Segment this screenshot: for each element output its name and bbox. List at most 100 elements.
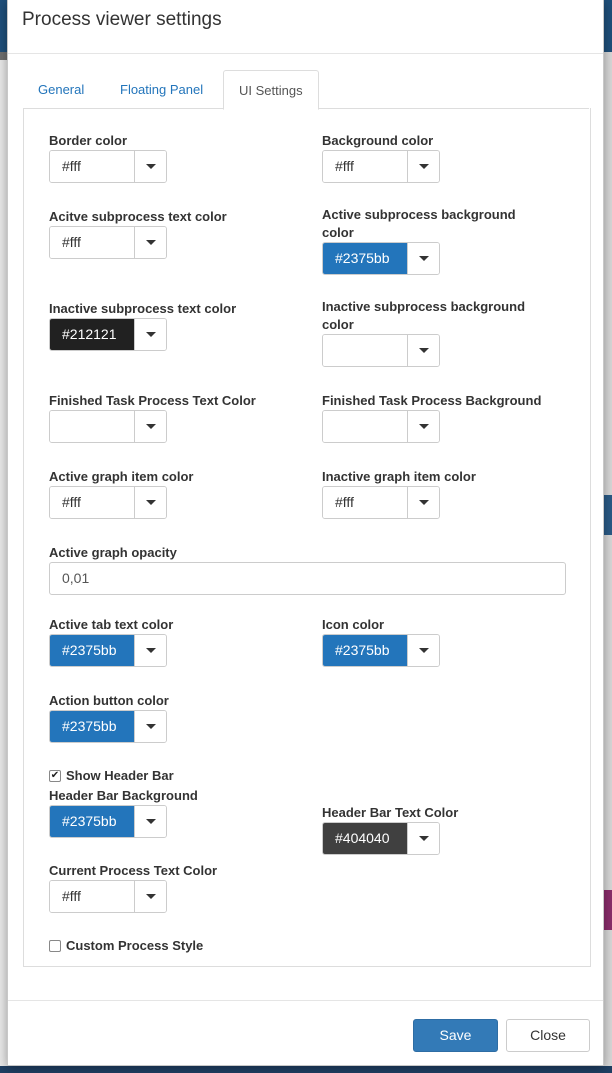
tab-bar: General Floating Panel UI Settings bbox=[23, 70, 589, 110]
action-button-color-picker[interactable]: #2375bb bbox=[49, 710, 167, 743]
dialog-footer: Save Close bbox=[8, 1000, 603, 1066]
field-label: Icon color bbox=[322, 617, 385, 632]
background-color-value[interactable]: #fff bbox=[323, 151, 408, 182]
field-label: Finished Task Process Text Color bbox=[49, 393, 256, 408]
finished-task-background-picker[interactable] bbox=[322, 410, 440, 443]
active-graph-opacity-label: Active graph opacity bbox=[49, 544, 177, 562]
active-subprocess-background-color-value[interactable]: #2375bb bbox=[323, 243, 408, 274]
inactive-subprocess-text-color-picker[interactable]: #212121 bbox=[49, 318, 167, 351]
active-graph-item-color-label: Active graph item color bbox=[49, 468, 193, 486]
action-button-color-label: Action button color bbox=[49, 692, 169, 710]
field-label: Inactive subprocess text color bbox=[49, 301, 237, 316]
field-label: Background color bbox=[322, 133, 434, 148]
tab-floating-panel[interactable]: Floating Panel bbox=[105, 70, 218, 109]
dialog-title: Process viewer settings bbox=[22, 9, 222, 30]
field-label: Header Bar Text Color bbox=[322, 805, 459, 820]
action-button-color-value[interactable]: #2375bb bbox=[50, 711, 135, 742]
active-subprocess-background-color-label: Active subprocess background color bbox=[322, 206, 542, 242]
border-color-label: Border color bbox=[49, 132, 127, 150]
active-subprocess-background-color-dropdown-button[interactable] bbox=[408, 243, 439, 274]
field-label: Inactive graph item color bbox=[322, 469, 476, 484]
header-bar-text-color-value[interactable]: #404040 bbox=[323, 823, 408, 854]
inactive-graph-item-color-value[interactable]: #fff bbox=[323, 487, 408, 518]
active-tab-text-color-picker[interactable]: #2375bb bbox=[49, 634, 167, 667]
header-bar-text-color-dropdown-button[interactable] bbox=[408, 823, 439, 854]
show-header-bar-label: Show Header Bar bbox=[66, 768, 174, 783]
caret-down-icon bbox=[145, 819, 156, 824]
save-button[interactable]: Save bbox=[413, 1019, 498, 1052]
caret-down-icon bbox=[418, 836, 429, 841]
action-button-color-dropdown-button[interactable] bbox=[135, 711, 166, 742]
field-label: Border color bbox=[49, 133, 128, 148]
active-graph-item-color-value[interactable]: #fff bbox=[50, 487, 135, 518]
inactive-subprocess-background-color-label: Inactive subprocess background color bbox=[322, 298, 552, 334]
inactive-graph-item-color-dropdown-button[interactable] bbox=[408, 487, 439, 518]
current-process-text-color-picker[interactable]: #fff bbox=[49, 880, 167, 913]
header-bar-text-color-picker[interactable]: #404040 bbox=[322, 822, 440, 855]
border-color-picker[interactable]: #fff bbox=[49, 150, 167, 183]
show-header-bar-row[interactable]: ✔ Show Header Bar bbox=[49, 768, 174, 783]
header-bar-background-dropdown-button[interactable] bbox=[135, 806, 166, 837]
active-subprocess-background-color-picker[interactable]: #2375bb bbox=[322, 242, 440, 275]
tab-ui-settings[interactable]: UI Settings bbox=[223, 70, 319, 110]
icon-color-dropdown-button[interactable] bbox=[408, 635, 439, 666]
active-tab-text-color-value[interactable]: #2375bb bbox=[50, 635, 135, 666]
inactive-subprocess-background-color-picker[interactable] bbox=[322, 334, 440, 367]
show-header-bar-checkbox[interactable]: ✔ bbox=[49, 769, 61, 782]
border-color-value[interactable]: #fff bbox=[50, 151, 135, 182]
caret-down-icon bbox=[418, 648, 429, 653]
caret-down-icon bbox=[145, 724, 156, 729]
custom-process-style-checkbox[interactable] bbox=[49, 939, 61, 952]
backdrop-footer bbox=[0, 1066, 612, 1073]
caret-down-icon bbox=[418, 424, 429, 429]
inactive-subprocess-text-color-value[interactable]: #212121 bbox=[50, 319, 135, 350]
caret-down-icon bbox=[145, 894, 156, 899]
icon-color-picker[interactable]: #2375bb bbox=[322, 634, 440, 667]
active-subprocess-text-color-value[interactable]: #fff bbox=[50, 227, 135, 258]
finished-task-text-color-picker[interactable] bbox=[49, 410, 167, 443]
active-subprocess-text-color-picker[interactable]: #fff bbox=[49, 226, 167, 259]
active-graph-item-color-picker[interactable]: #fff bbox=[49, 486, 167, 519]
caret-down-icon bbox=[418, 348, 429, 353]
backdrop-header-right bbox=[603, 0, 612, 52]
background-color-picker[interactable]: #fff bbox=[322, 150, 440, 183]
finished-task-text-color-value[interactable] bbox=[50, 411, 135, 442]
settings-dialog: Process viewer settings General Floating… bbox=[7, 0, 604, 1066]
background-color-dropdown-button[interactable] bbox=[408, 151, 439, 182]
background-color-label: Background color bbox=[322, 132, 433, 150]
inactive-subprocess-text-color-dropdown-button[interactable] bbox=[135, 319, 166, 350]
field-label: Action button color bbox=[49, 693, 169, 708]
current-process-text-color-dropdown-button[interactable] bbox=[135, 881, 166, 912]
header-bar-text-color-label: Header Bar Text Color bbox=[322, 804, 458, 822]
icon-color-value[interactable]: #2375bb bbox=[323, 635, 408, 666]
finished-task-text-color-dropdown-button[interactable] bbox=[135, 411, 166, 442]
inactive-subprocess-background-color-value[interactable] bbox=[323, 335, 408, 366]
caret-down-icon bbox=[145, 332, 156, 337]
finished-task-text-color-label: Finished Task Process Text Color bbox=[49, 392, 256, 410]
caret-down-icon bbox=[145, 500, 156, 505]
border-color-dropdown-button[interactable] bbox=[135, 151, 166, 182]
tab-general[interactable]: General bbox=[23, 70, 99, 109]
inactive-graph-item-color-picker[interactable]: #fff bbox=[322, 486, 440, 519]
current-process-text-color-value[interactable]: #fff bbox=[50, 881, 135, 912]
header-bar-background-picker[interactable]: #2375bb bbox=[49, 805, 167, 838]
active-subprocess-text-color-label: Acitve subprocess text color bbox=[49, 208, 227, 226]
active-subprocess-text-color-dropdown-button[interactable] bbox=[135, 227, 166, 258]
custom-process-style-row[interactable]: Custom Process Style bbox=[49, 938, 203, 953]
active-graph-opacity-input[interactable]: 0,01 bbox=[49, 562, 566, 595]
header-bar-background-label: Header Bar Background bbox=[49, 787, 198, 805]
field-label: Acitve subprocess text color bbox=[49, 209, 227, 224]
active-tab-text-color-label: Active tab text color bbox=[49, 616, 173, 634]
finished-task-background-value[interactable] bbox=[323, 411, 408, 442]
caret-down-icon bbox=[418, 164, 429, 169]
close-button[interactable]: Close bbox=[506, 1019, 590, 1052]
finished-task-background-label: Finished Task Process Background bbox=[322, 392, 541, 410]
inactive-subprocess-background-color-dropdown-button[interactable] bbox=[408, 335, 439, 366]
field-label: Finished Task Process Background bbox=[322, 393, 542, 408]
header-bar-background-value[interactable]: #2375bb bbox=[50, 806, 135, 837]
current-process-text-color-label: Current Process Text Color bbox=[49, 862, 217, 880]
caret-down-icon bbox=[145, 164, 156, 169]
active-graph-item-color-dropdown-button[interactable] bbox=[135, 487, 166, 518]
finished-task-background-dropdown-button[interactable] bbox=[408, 411, 439, 442]
active-tab-text-color-dropdown-button[interactable] bbox=[135, 635, 166, 666]
